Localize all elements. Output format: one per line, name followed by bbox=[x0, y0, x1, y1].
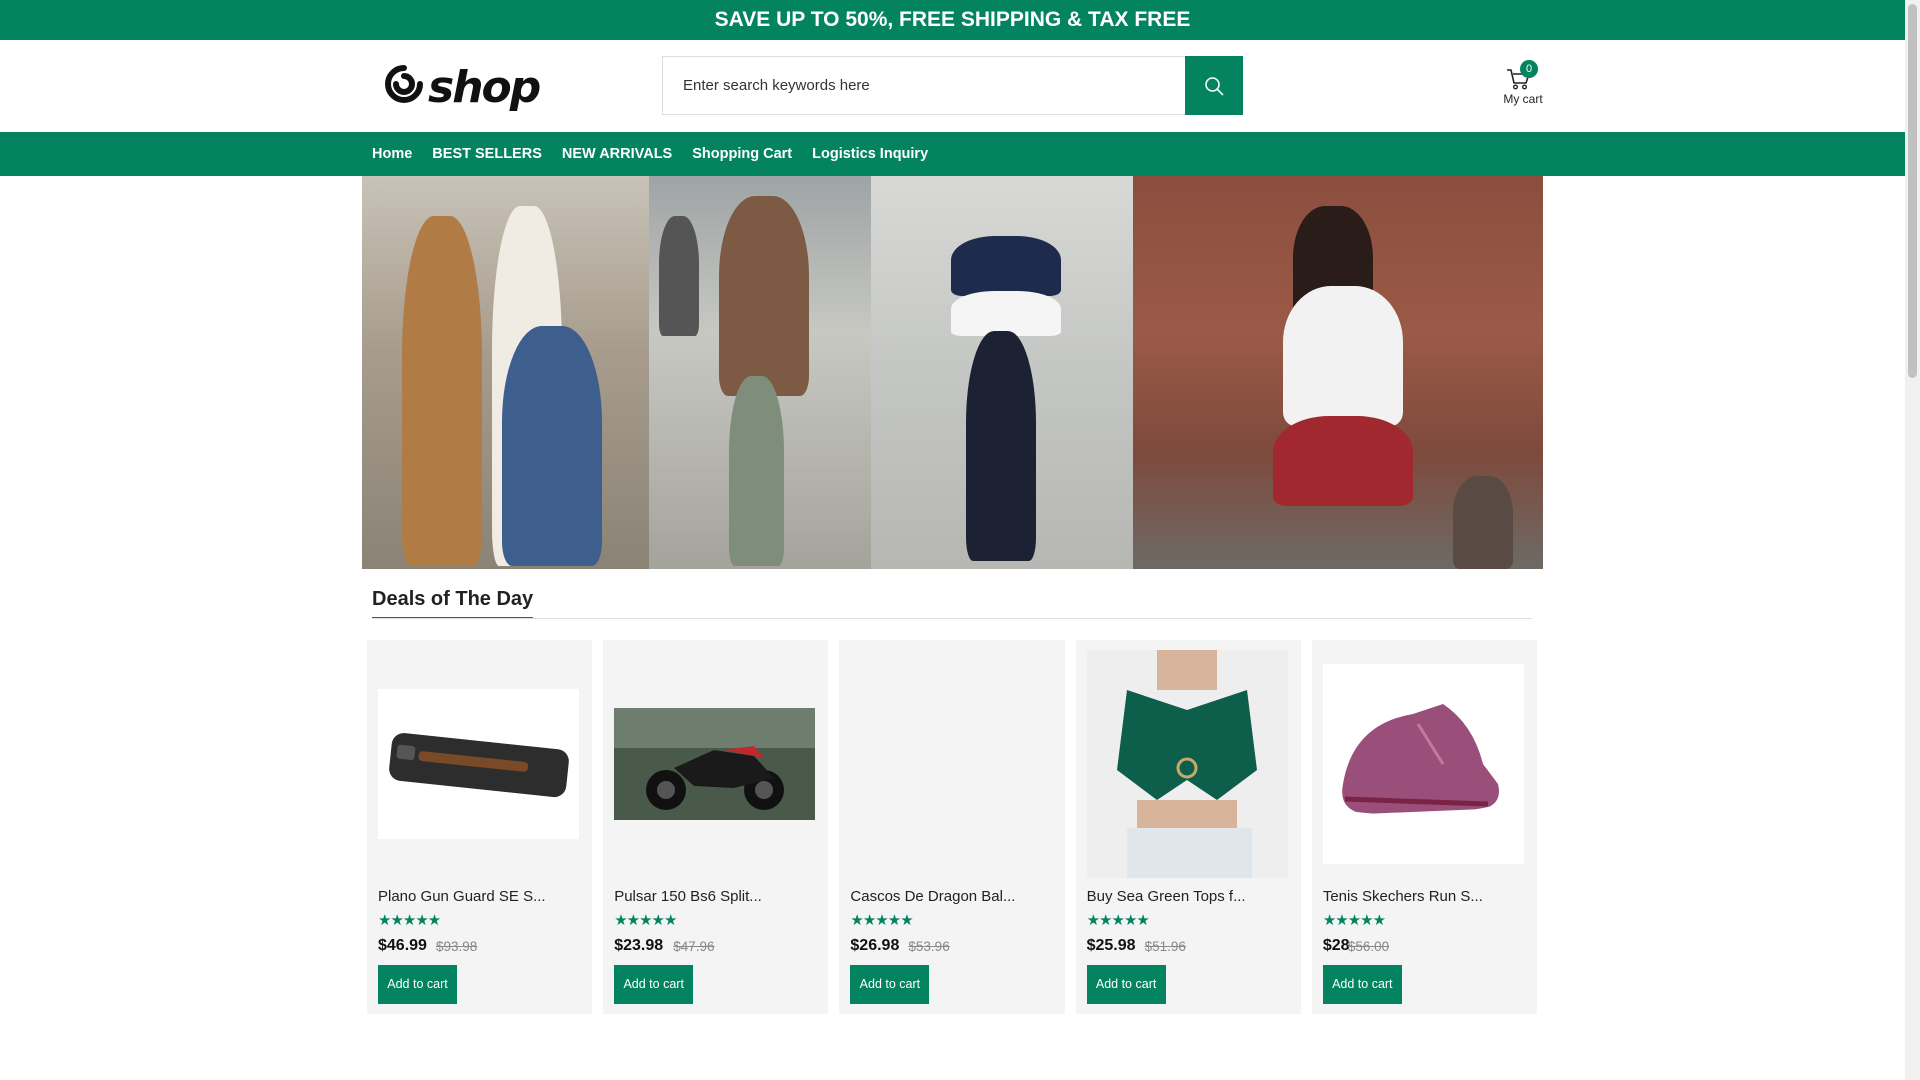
banner-photo-1 bbox=[362, 176, 649, 569]
cart-count-badge: 0 bbox=[1520, 60, 1538, 78]
promo-banner: SAVE UP TO 50%, FREE SHIPPING & TAX FREE bbox=[0, 0, 1905, 40]
product-image[interactable] bbox=[614, 650, 816, 878]
add-to-cart-button[interactable]: Add to cart bbox=[850, 965, 930, 1004]
logo-mark-icon bbox=[385, 65, 423, 103]
banner-photo-4 bbox=[1133, 176, 1543, 569]
search-bar bbox=[662, 56, 1243, 115]
product-old-price: $93.98 bbox=[436, 939, 478, 954]
nav-item-logistics-inquiry[interactable]: Logistics Inquiry bbox=[802, 132, 938, 176]
nav-item-new-arrivals[interactable]: NEW ARRIVALS bbox=[552, 132, 682, 176]
rating-stars: ★★★★★ bbox=[614, 912, 677, 929]
product-image[interactable] bbox=[1322, 650, 1524, 878]
product-price: $28 bbox=[1322, 937, 1350, 954]
hero-banner[interactable] bbox=[362, 176, 1543, 569]
product-image[interactable] bbox=[1086, 650, 1288, 878]
cart-widget[interactable]: 0 My cart bbox=[1500, 60, 1546, 106]
scrollbar-thumb[interactable] bbox=[1908, 4, 1917, 378]
search-button[interactable] bbox=[1185, 56, 1243, 115]
product-card[interactable]: Cascos De Dragon Bal... ★★★★★ $26.98 $53… bbox=[839, 640, 1065, 1014]
rating-stars: ★★★★★ bbox=[378, 912, 441, 929]
main-nav: Home BEST SELLERS NEW ARRIVALS Shopping … bbox=[0, 132, 1905, 176]
product-card[interactable]: Plano Gun Guard SE S... ★★★★★ $46.99 $93… bbox=[367, 640, 593, 1014]
product-card[interactable]: Tenis Skechers Run S... ★★★★★ $28 $56.00… bbox=[1311, 640, 1538, 1014]
search-input[interactable] bbox=[663, 57, 1185, 114]
product-name[interactable]: Tenis Skechers Run S... bbox=[1323, 888, 1483, 905]
deals-divider bbox=[372, 618, 1532, 619]
product-price: $26.98 bbox=[850, 937, 900, 954]
product-image[interactable] bbox=[850, 650, 1051, 878]
search-icon bbox=[1205, 76, 1224, 95]
page-scrollbar[interactable] bbox=[1905, 0, 1920, 1080]
deals-product-list: Plano Gun Guard SE S... ★★★★★ $46.99 $93… bbox=[367, 640, 1538, 1014]
product-old-price: $56.00 bbox=[1347, 939, 1390, 954]
product-card[interactable]: Buy Sea Green Tops f... ★★★★★ $25.98 $51… bbox=[1075, 640, 1301, 1014]
shop-logo[interactable]: shop bbox=[382, 62, 541, 113]
site-header: shop 0 My cart bbox=[0, 40, 1905, 132]
nav-item-shopping-cart[interactable]: Shopping Cart bbox=[682, 132, 802, 176]
rating-stars: ★★★★★ bbox=[1322, 912, 1386, 929]
add-to-cart-button[interactable]: Add to cart bbox=[1086, 965, 1166, 1004]
product-price: $25.98 bbox=[1086, 937, 1136, 954]
deals-heading: Deals of The Day bbox=[372, 588, 534, 619]
product-name[interactable]: Cascos De Dragon Bal... bbox=[850, 888, 1015, 905]
add-to-cart-button[interactable]: Add to cart bbox=[1322, 965, 1402, 1004]
nav-item-home[interactable]: Home bbox=[362, 132, 422, 176]
product-price: $46.99 bbox=[378, 937, 427, 954]
product-name[interactable]: Pulsar 150 Bs6 Split... bbox=[614, 888, 762, 905]
product-old-price: $51.96 bbox=[1144, 939, 1186, 954]
rating-stars: ★★★★★ bbox=[850, 912, 913, 929]
product-old-price: $47.96 bbox=[673, 939, 715, 954]
rating-stars: ★★★★★ bbox=[1086, 912, 1150, 929]
cart-label: My cart bbox=[1503, 92, 1543, 106]
product-name[interactable]: Buy Sea Green Tops f... bbox=[1087, 888, 1246, 905]
product-image[interactable] bbox=[378, 650, 579, 878]
product-card[interactable]: Pulsar 150 Bs6 Split... ★★★★★ $23.98 $47… bbox=[603, 640, 829, 1014]
product-price: $23.98 bbox=[614, 937, 664, 954]
add-to-cart-button[interactable]: Add to cart bbox=[614, 965, 694, 1004]
logo-text: shop bbox=[428, 62, 541, 113]
product-old-price: $53.96 bbox=[908, 939, 950, 954]
add-to-cart-button[interactable]: Add to cart bbox=[378, 965, 457, 1004]
nav-item-best-sellers[interactable]: BEST SELLERS bbox=[422, 132, 552, 176]
banner-photo-2 bbox=[649, 176, 871, 569]
product-name[interactable]: Plano Gun Guard SE S... bbox=[378, 888, 546, 905]
banner-photo-3 bbox=[871, 176, 1133, 569]
